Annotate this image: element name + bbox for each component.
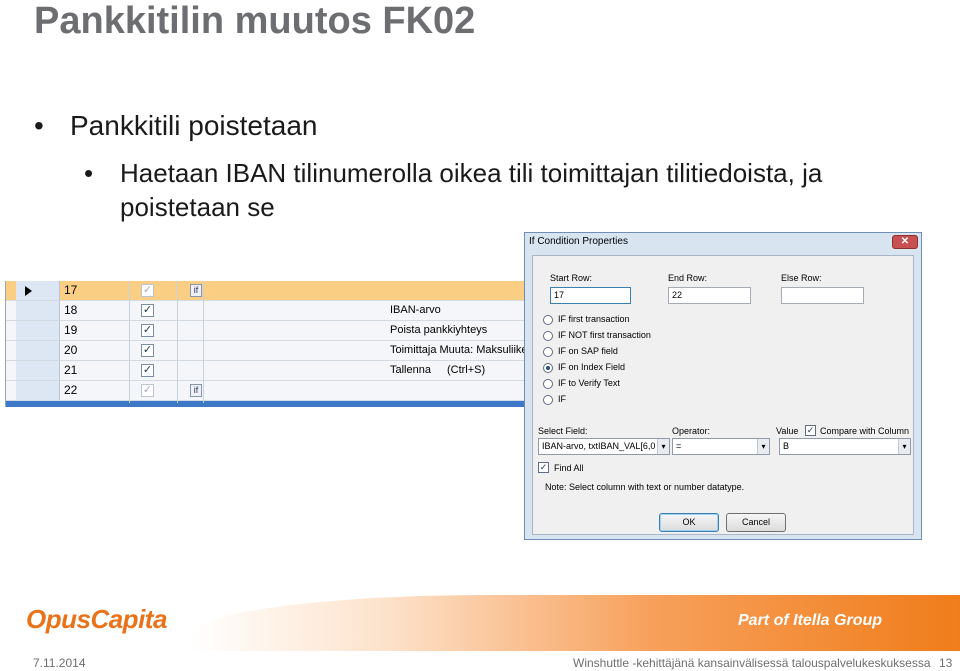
select-field-dropdown[interactable]: IBAN-arvo, txtIBAN_VAL[6,0 ▾ xyxy=(538,438,670,455)
value-dropdown[interactable]: B ▾ xyxy=(779,438,911,455)
cell-action-text[interactable]: IBAN-arvo xyxy=(390,304,441,316)
dialog-title: If Condition Properties xyxy=(529,236,628,247)
row-selector-arrow-icon[interactable] xyxy=(16,281,60,300)
radio-if-to-verify-text[interactable] xyxy=(543,379,553,389)
else-row-label: Else Row: xyxy=(781,273,822,283)
end-row-label: End Row: xyxy=(668,273,708,283)
value-value: B xyxy=(783,441,790,451)
bullet-level1: • Pankkitili poistetaan xyxy=(34,110,317,142)
end-row-input[interactable]: 22 xyxy=(668,287,751,304)
row-header[interactable] xyxy=(16,361,60,380)
note-text: Note: Select column with text or number … xyxy=(545,482,745,492)
table-row[interactable]: 18 ✓ IBAN-arvo xyxy=(6,301,525,321)
if-icon: if xyxy=(190,384,202,397)
row-number: 17 xyxy=(64,283,78,297)
row-checkbox[interactable]: ✓ xyxy=(141,384,154,397)
radio-label: IF to Verify Text xyxy=(558,378,620,388)
operator-dropdown[interactable]: = ▾ xyxy=(672,438,770,455)
chevron-down-icon: ▾ xyxy=(757,439,769,454)
opuscapita-logo: OpusCapita xyxy=(26,604,167,634)
radio-label: IF first transaction xyxy=(558,314,630,324)
row-number: 21 xyxy=(64,363,78,377)
row-header[interactable] xyxy=(16,341,60,360)
row-number: 20 xyxy=(64,343,78,357)
row-checkbox[interactable]: ✓ xyxy=(141,364,154,377)
bullet-level2-text: Haetaan IBAN tilinumerolla oikea tili to… xyxy=(120,158,823,222)
cell-action-text[interactable]: Tallenna (Ctrl+S) xyxy=(390,364,485,376)
radio-if-on-index-field[interactable] xyxy=(543,363,553,373)
start-row-label: Start Row: xyxy=(550,273,593,283)
row-header[interactable] xyxy=(16,381,60,400)
if-icon: if xyxy=(190,284,202,297)
table-row-selected-partial[interactable] xyxy=(6,401,525,407)
radio-label: IF xyxy=(558,394,566,404)
row-checkbox[interactable]: ✓ xyxy=(141,284,154,297)
chevron-down-icon: ▾ xyxy=(657,439,669,454)
chevron-down-icon: ▾ xyxy=(898,439,910,454)
radio-if-first-transaction[interactable] xyxy=(543,315,553,325)
grid-column-divider xyxy=(129,281,130,403)
radio-if-on-sap-field[interactable] xyxy=(543,347,553,357)
grid-column-divider xyxy=(177,281,178,403)
cell-action-text[interactable]: Poista pankkiyhteys xyxy=(390,324,487,336)
row-checkbox[interactable]: ✓ xyxy=(141,344,154,357)
radio-if-not-first-transaction[interactable] xyxy=(543,331,553,341)
compare-with-column-checkbox[interactable]: ✓ xyxy=(805,425,816,436)
ok-button[interactable]: OK xyxy=(659,513,719,532)
footer-text: Winshuttle -kehittäjänä kansainvälisessä… xyxy=(573,656,931,670)
if-condition-dialog: If Condition Properties ✕ Start Row: 17 … xyxy=(524,232,922,540)
grid-column-divider xyxy=(203,281,204,403)
bullet-level1-text: Pankkitili poistetaan xyxy=(70,110,318,141)
radio-label: IF NOT first transaction xyxy=(558,330,651,340)
bullet-dot: • xyxy=(34,110,44,141)
radio-label: IF on SAP field xyxy=(558,346,618,356)
cell-action-label: Tallenna xyxy=(390,364,431,376)
select-field-value: IBAN-arvo, txtIBAN_VAL[6,0 xyxy=(542,441,656,451)
script-grid: 17 ✓ if 18 ✓ IBAN-arvo 19 ✓ Poista pankk… xyxy=(5,281,525,407)
else-row-input[interactable] xyxy=(781,287,864,304)
radio-if[interactable] xyxy=(543,395,553,405)
find-all-label: Find All xyxy=(554,463,584,473)
itella-group-label: Part of Itella Group xyxy=(738,612,883,629)
operator-value: = xyxy=(676,441,682,451)
row-number: 19 xyxy=(64,323,78,337)
row-number: 22 xyxy=(64,383,78,397)
dialog-body: Start Row: 17 End Row: 22 Else Row: IF f… xyxy=(532,255,914,535)
footer-date: 7.11.2014 xyxy=(33,656,86,670)
operator-label: Operator: xyxy=(672,426,711,436)
table-row[interactable]: 20 ✓ Toimittaja Muuta: Maksuliikenn xyxy=(6,341,525,361)
value-label: Value xyxy=(776,426,799,436)
table-row[interactable]: 17 ✓ if xyxy=(6,281,525,301)
table-row[interactable]: 21 ✓ Tallenna (Ctrl+S) xyxy=(6,361,525,381)
row-header[interactable] xyxy=(16,321,60,340)
compare-with-column-label: Compare with Column xyxy=(820,426,910,436)
row-checkbox[interactable]: ✓ xyxy=(141,304,154,317)
slide-title: Pankkitilin muutos FK02 xyxy=(34,0,476,42)
radio-label: IF on Index Field xyxy=(558,362,626,372)
row-checkbox[interactable]: ✓ xyxy=(141,324,154,337)
page-number: 13 xyxy=(939,656,953,670)
cell-action-text[interactable]: Toimittaja Muuta: Maksuliikenn xyxy=(390,344,525,356)
table-row[interactable]: 19 ✓ Poista pankkiyhteys xyxy=(6,321,525,341)
cancel-button[interactable]: Cancel xyxy=(726,513,786,532)
row-header[interactable] xyxy=(16,301,60,320)
find-all-checkbox[interactable]: ✓ xyxy=(538,462,549,473)
start-row-input[interactable]: 17 xyxy=(550,287,631,304)
select-field-label: Select Field: xyxy=(538,426,588,436)
close-icon[interactable]: ✕ xyxy=(892,235,918,249)
cell-shortcut: (Ctrl+S) xyxy=(446,364,486,376)
bullet-level2: • Haetaan IBAN tilinumerolla oikea tili t… xyxy=(84,156,924,224)
table-row[interactable]: 22 ✓ if xyxy=(6,381,525,401)
row-number: 18 xyxy=(64,303,78,317)
bullet-dot: • xyxy=(84,158,94,188)
